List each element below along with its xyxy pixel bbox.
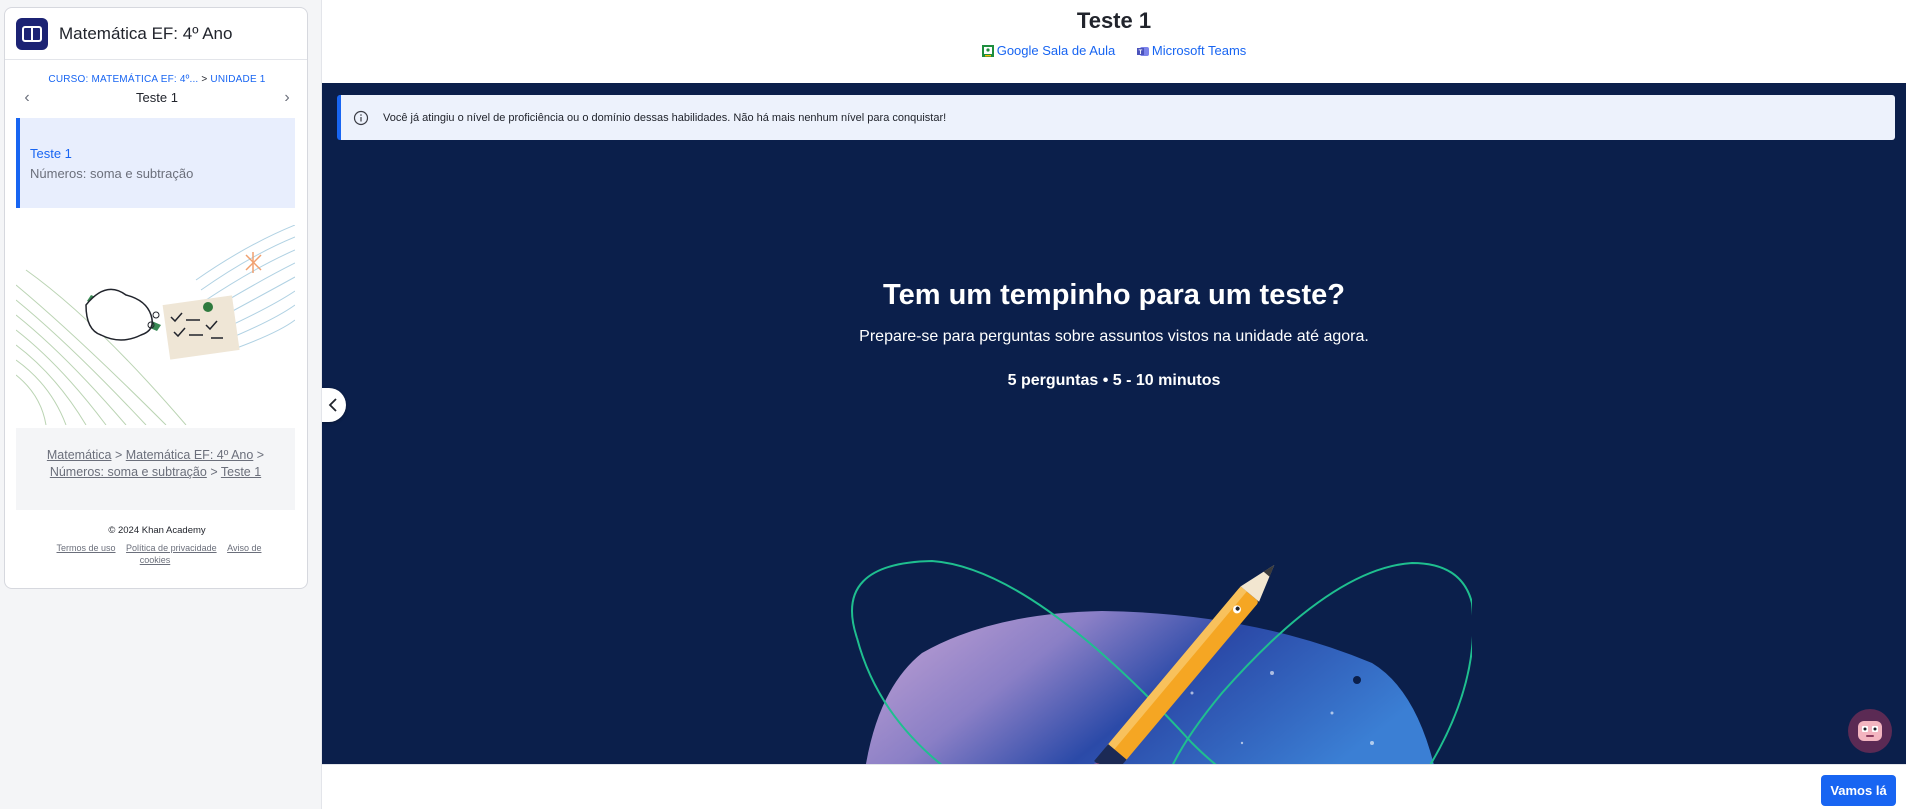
svg-text:T: T bbox=[1138, 50, 1142, 56]
privacy-link[interactable]: Política de privacidade bbox=[126, 543, 217, 553]
sidebar-item-subtitle: Números: soma e subtração bbox=[30, 166, 194, 181]
quiz-stage: Você já atingiu o nível de proficiência … bbox=[322, 83, 1906, 764]
sidebar-footer: © 2024 Khan Academy Termos de uso Políti… bbox=[5, 525, 309, 566]
breadcrumb-link-unit[interactable]: Números: soma e subtração bbox=[50, 465, 207, 479]
info-icon bbox=[353, 110, 369, 125]
google-classroom-icon bbox=[981, 44, 994, 57]
terms-link[interactable]: Termos de uso bbox=[57, 543, 116, 553]
quiz-meta: 5 perguntas • 5 - 10 minutos bbox=[1007, 372, 1221, 389]
breadcrumb-link-teste[interactable]: Teste 1 bbox=[221, 465, 261, 479]
sidebar-item-title: Teste 1 bbox=[30, 146, 72, 161]
lesson-nav-title: Teste 1 bbox=[136, 90, 178, 105]
share-links: Google Sala de Aula T Microsoft Teams bbox=[322, 43, 1906, 60]
main-content: Teste 1 Google Sala de Aula T Microsoft … bbox=[322, 0, 1906, 809]
google-classroom-link[interactable]: Google Sala de Aula bbox=[981, 43, 1116, 58]
google-classroom-label: Google Sala de Aula bbox=[996, 43, 1116, 58]
chevron-left-icon bbox=[328, 398, 337, 412]
breadcrumb-separator: > bbox=[256, 448, 265, 462]
footer-links: Termos de uso Política de privacidade Av… bbox=[42, 542, 272, 566]
lesson-nav: ‹ Teste 1 › bbox=[5, 88, 309, 108]
copyright-text: © 2024 Khan Academy bbox=[108, 525, 206, 536]
microsoft-teams-link[interactable]: T Microsoft Teams bbox=[1136, 43, 1247, 58]
assistant-avatar-button[interactable] bbox=[1848, 709, 1892, 753]
breadcrumb-unit-link[interactable]: UNIDADE 1 bbox=[210, 74, 265, 85]
next-arrow-icon[interactable]: › bbox=[277, 88, 297, 108]
breadcrumb-separator: > bbox=[201, 74, 208, 85]
breadcrumb-separator: > bbox=[210, 465, 218, 479]
breadcrumb-link-matematica[interactable]: Matemática bbox=[47, 448, 112, 462]
sidebar-item-teste-1[interactable]: Teste 1 Números: soma e subtração bbox=[16, 118, 295, 208]
course-title: Matemática EF: 4º Ano bbox=[59, 23, 233, 43]
start-quiz-button[interactable]: Vamos lá bbox=[1821, 775, 1896, 806]
bottom-action-bar: Vamos lá bbox=[322, 764, 1906, 809]
microsoft-teams-icon: T bbox=[1136, 46, 1149, 56]
notice-text: Você já atingiu o nível de proficiência … bbox=[383, 111, 947, 124]
page-title: Teste 1 bbox=[1076, 8, 1152, 33]
breadcrumb-separator: > bbox=[114, 448, 123, 462]
breadcrumb-link-course[interactable]: Matemática EF: 4º Ano bbox=[126, 448, 254, 462]
course-panel: Matemática EF: 4º Ano CURSO: MATEMÁTICA … bbox=[4, 7, 308, 589]
assistant-icon bbox=[1858, 721, 1882, 741]
quiz-description: Prepare-se para perguntas sobre assuntos… bbox=[859, 328, 1369, 345]
proficiency-notice: Você já atingiu o nível de proficiência … bbox=[337, 95, 1895, 140]
planet-pencil-illustration bbox=[851, 559, 1472, 764]
breadcrumb-course-link[interactable]: CURSO: MATEMÁTICA EF: 4º... bbox=[48, 74, 198, 85]
microsoft-teams-label: Microsoft Teams bbox=[1151, 43, 1247, 58]
unit-breadcrumb: CURSO: MATEMÁTICA EF: 4º... > UNIDADE 1 bbox=[5, 74, 309, 85]
breadcrumb: Matemática > Matemática EF: 4º Ano > Núm… bbox=[16, 428, 295, 510]
course-header[interactable]: Matemática EF: 4º Ano bbox=[5, 8, 307, 60]
collapse-sidebar-button[interactable] bbox=[322, 388, 346, 422]
book-icon bbox=[16, 17, 48, 50]
quiz-heading: Tem um tempinho para um teste? bbox=[883, 279, 1345, 311]
quiz-illustration bbox=[16, 225, 295, 425]
sidebar: Matemática EF: 4º Ano CURSO: MATEMÁTICA … bbox=[0, 0, 322, 809]
